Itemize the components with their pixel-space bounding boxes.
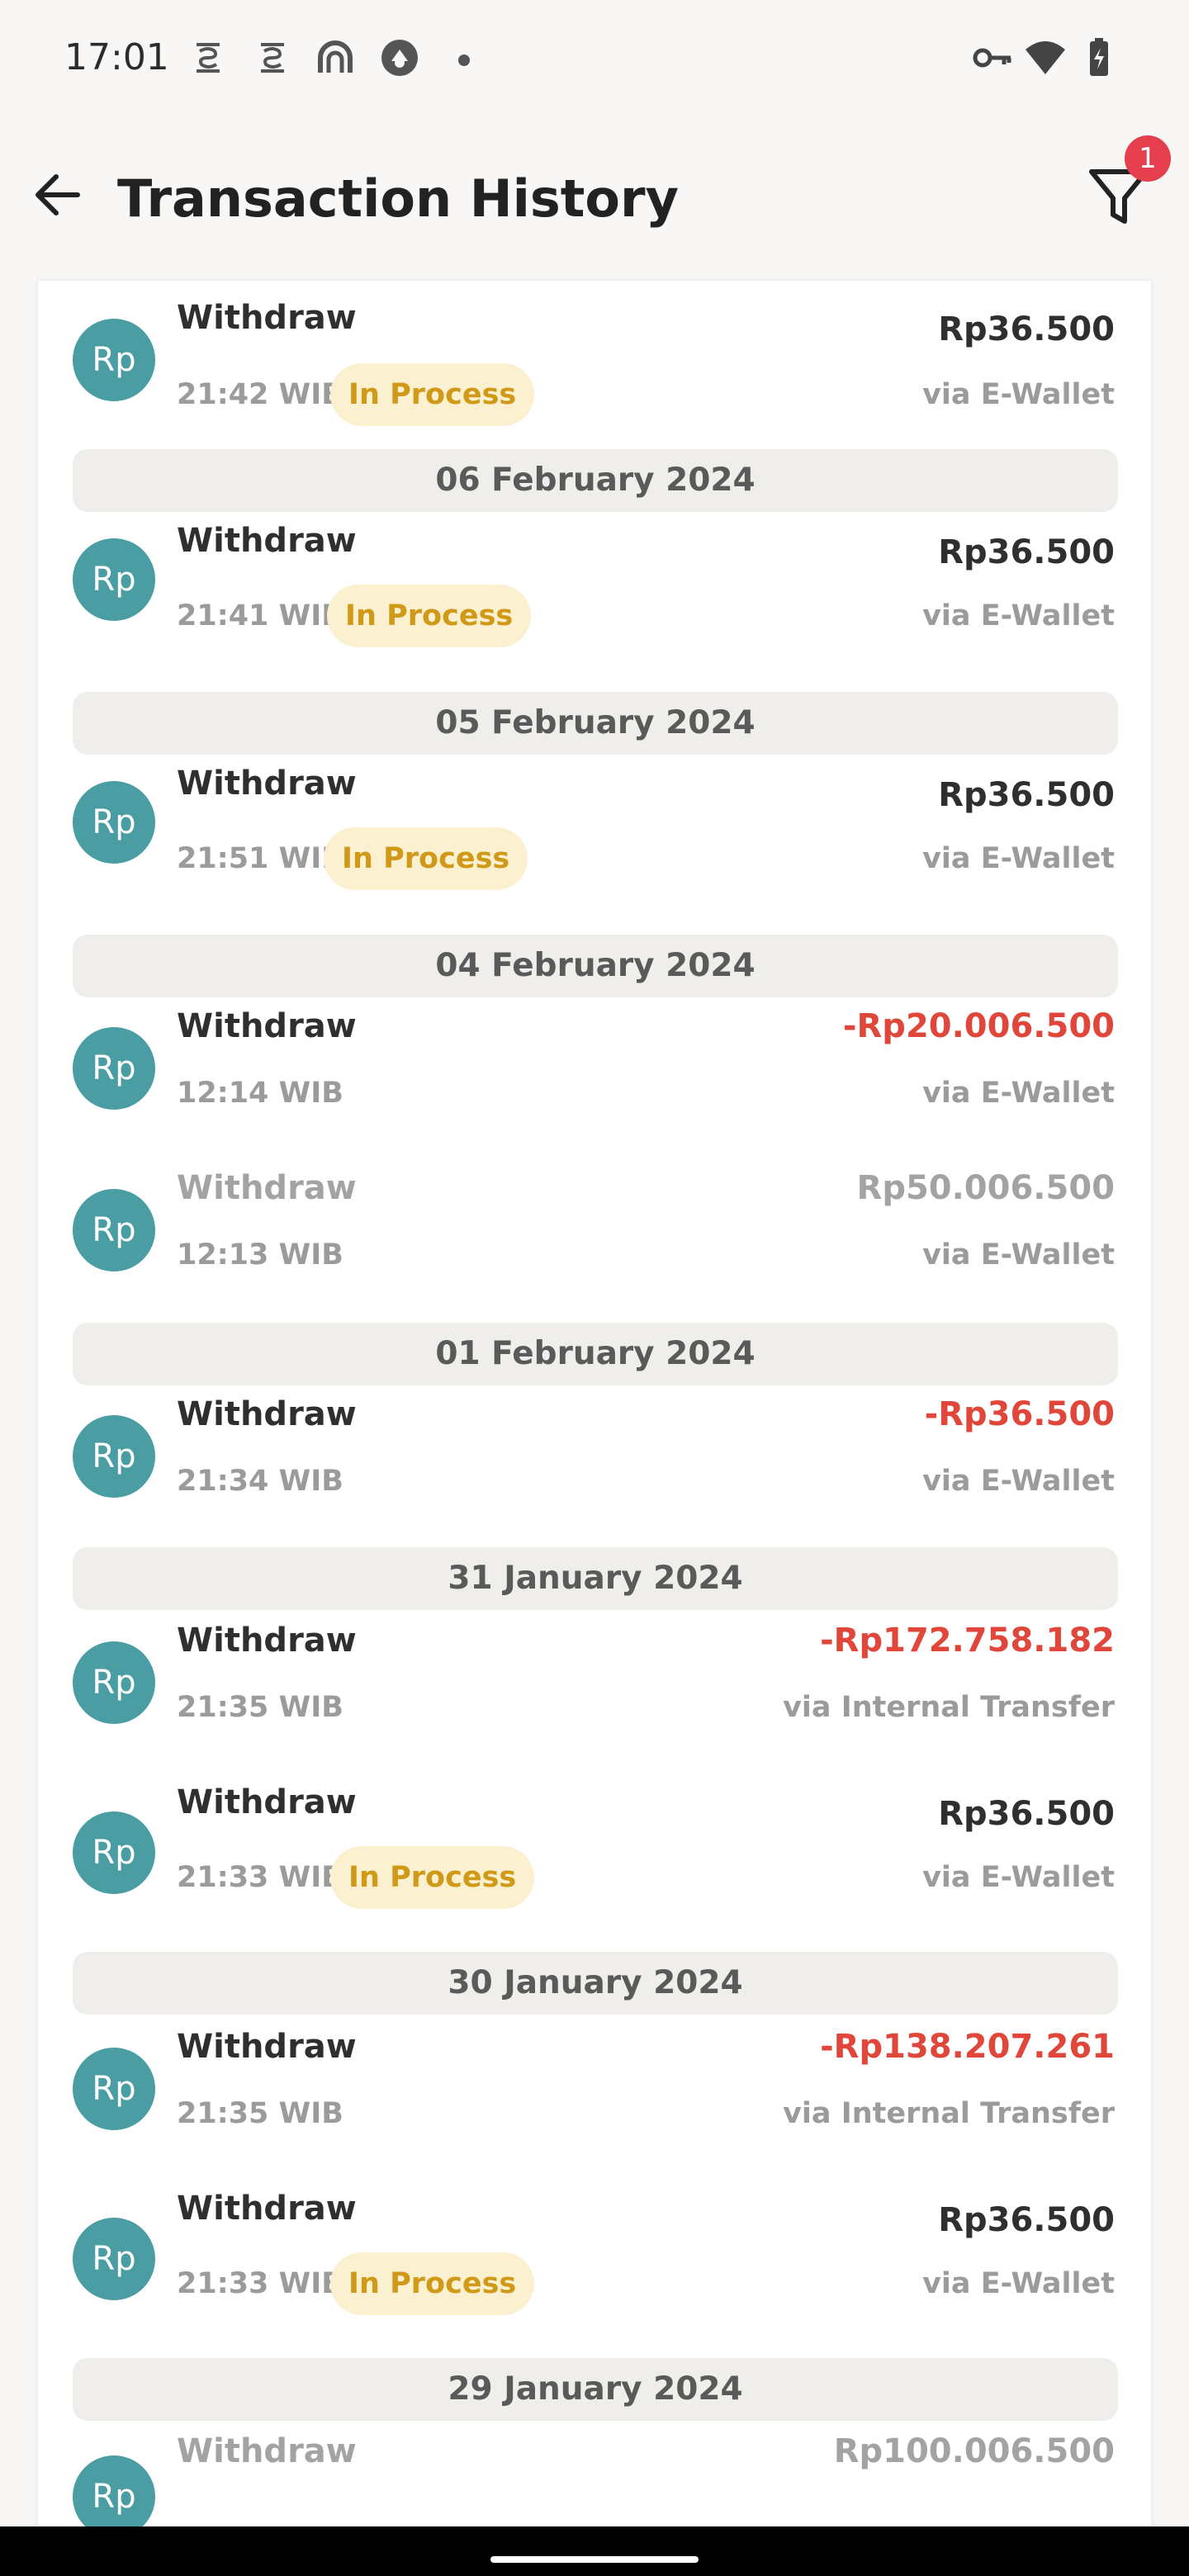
rp-avatar: Rp — [73, 2218, 155, 2300]
transaction-method: via E-Wallet — [922, 1861, 1115, 1894]
more-dot-icon — [458, 54, 470, 66]
transaction-amount: -Rp20.006.500 — [842, 1007, 1115, 1045]
transaction-row[interactable]: Rp Withdraw 21:34 WIB -Rp36.500 via E-Wa… — [38, 1395, 1151, 1544]
status-badge: In Process — [330, 1846, 535, 1909]
transaction-type: Withdraw — [177, 299, 357, 337]
transaction-time: 21:35 WIB — [177, 2097, 343, 2130]
transaction-row[interactable]: Rp Withdraw Rp100.006.500 — [38, 2431, 1151, 2526]
transaction-time: 12:14 WIB — [177, 1077, 343, 1110]
status-badge: In Process — [327, 585, 532, 647]
status-bar: 17:01 — [0, 0, 1189, 116]
transaction-time: 21:33 WIB — [177, 2267, 343, 2300]
s-notification-icon — [261, 43, 284, 73]
back-arrow-icon[interactable] — [28, 165, 88, 225]
transaction-time: 21:41 WIB — [177, 599, 343, 632]
rp-avatar: Rp — [73, 319, 155, 401]
transaction-type: Withdraw — [177, 2190, 357, 2228]
home-gesture-handle[interactable] — [490, 2556, 699, 2563]
status-badge: In Process — [330, 363, 535, 426]
transaction-method: via E-Wallet — [922, 599, 1115, 632]
transaction-method: via Internal Transfer — [783, 2097, 1115, 2130]
transaction-row[interactable]: Rp Withdraw 21:35 WIB -Rp172.758.182 via… — [38, 1620, 1151, 1769]
page-title: Transaction History — [117, 168, 680, 229]
transaction-time: 12:13 WIB — [177, 1238, 343, 1271]
transaction-amount: -Rp172.758.182 — [820, 1622, 1115, 1660]
transaction-method: via E-Wallet — [922, 1238, 1115, 1271]
transaction-row[interactable]: Rp Withdraw 21:42 WIB In Process Rp36.50… — [38, 281, 1151, 446]
rp-avatar: Rp — [73, 1027, 155, 1110]
rp-avatar: Rp — [73, 1641, 155, 1724]
transaction-method: via E-Wallet — [922, 2267, 1115, 2300]
transaction-time: 21:51 WIB — [177, 842, 343, 875]
transaction-amount: Rp50.006.500 — [856, 1169, 1115, 1207]
date-header: 31 January 2024 — [73, 1547, 1118, 1610]
s-notification-icon — [197, 43, 220, 73]
transaction-type: Withdraw — [177, 522, 357, 560]
transaction-time: 21:33 WIB — [177, 1861, 343, 1894]
transaction-amount: -Rp138.207.261 — [820, 2028, 1115, 2066]
date-header: 06 February 2024 — [73, 449, 1118, 512]
system-navigation-bar — [0, 2526, 1189, 2576]
transaction-type: Withdraw — [177, 1622, 357, 1660]
wifi-icon — [1026, 41, 1065, 74]
transaction-method: via E-Wallet — [922, 378, 1115, 411]
transaction-type: Withdraw — [177, 765, 357, 803]
transaction-amount: Rp36.500 — [938, 533, 1115, 571]
date-header: 05 February 2024 — [73, 692, 1118, 755]
transaction-amount: Rp36.500 — [938, 776, 1115, 814]
rp-avatar: Rp — [73, 2455, 155, 2526]
transaction-amount: Rp36.500 — [938, 310, 1115, 348]
transaction-type: Withdraw — [177, 2432, 357, 2470]
rp-avatar: Rp — [73, 538, 155, 621]
transaction-row[interactable]: Rp Withdraw 12:13 WIB Rp50.006.500 via E… — [38, 1169, 1151, 1318]
rp-avatar: Rp — [73, 781, 155, 864]
transaction-amount: Rp36.500 — [938, 2201, 1115, 2239]
transaction-method: via Internal Transfer — [783, 1691, 1115, 1724]
rp-avatar: Rp — [73, 1189, 155, 1271]
transaction-time: 21:42 WIB — [177, 378, 343, 411]
transaction-row[interactable]: Rp Withdraw 21:41 WIB In Process Rp36.50… — [38, 520, 1151, 685]
transaction-amount: Rp36.500 — [938, 1795, 1115, 1833]
transaction-type: Withdraw — [177, 1395, 357, 1433]
transaction-type: Withdraw — [177, 1007, 357, 1045]
transaction-type: Withdraw — [177, 1169, 357, 1207]
transaction-row[interactable]: Rp Withdraw 12:14 WIB -Rp20.006.500 via … — [38, 1007, 1151, 1156]
transaction-method: via E-Wallet — [922, 842, 1115, 875]
app-notification-icon — [318, 40, 353, 73]
rp-avatar: Rp — [73, 1811, 155, 1894]
vpn-key-icon — [973, 48, 1011, 68]
transaction-type: Withdraw — [177, 1783, 357, 1821]
date-header: 04 February 2024 — [73, 935, 1118, 997]
status-time: 17:01 — [64, 36, 169, 78]
filter-count-badge: 1 — [1125, 135, 1171, 182]
transaction-amount: -Rp36.500 — [924, 1395, 1115, 1433]
transaction-list: Rp Withdraw 21:42 WIB In Process Rp36.50… — [38, 281, 1151, 2526]
date-header: 01 February 2024 — [73, 1323, 1118, 1385]
battery-charging-icon — [1090, 38, 1108, 76]
status-badge: In Process — [324, 827, 528, 890]
transaction-type: Withdraw — [177, 2028, 357, 2066]
app-notification-icon — [381, 40, 418, 76]
transaction-method: via E-Wallet — [922, 1077, 1115, 1110]
transaction-row[interactable]: Rp Withdraw 21:35 WIB -Rp138.207.261 via… — [38, 2024, 1151, 2173]
transaction-row[interactable]: Rp Withdraw 21:51 WIB In Process Rp36.50… — [38, 765, 1151, 930]
status-badge: In Process — [330, 2252, 535, 2315]
date-header: 30 January 2024 — [73, 1952, 1118, 2015]
transaction-row[interactable]: Rp Withdraw 21:33 WIB In Process Rp36.50… — [38, 2186, 1151, 2351]
transaction-time: 21:35 WIB — [177, 1691, 343, 1724]
transaction-method: via E-Wallet — [922, 1465, 1115, 1498]
transaction-amount: Rp100.006.500 — [833, 2432, 1115, 2470]
rp-avatar: Rp — [73, 1415, 155, 1498]
rp-avatar: Rp — [73, 2048, 155, 2130]
transaction-row[interactable]: Rp Withdraw 21:33 WIB In Process Rp36.50… — [38, 1782, 1151, 1947]
transaction-time: 21:34 WIB — [177, 1465, 343, 1498]
date-header: 29 January 2024 — [73, 2358, 1118, 2421]
